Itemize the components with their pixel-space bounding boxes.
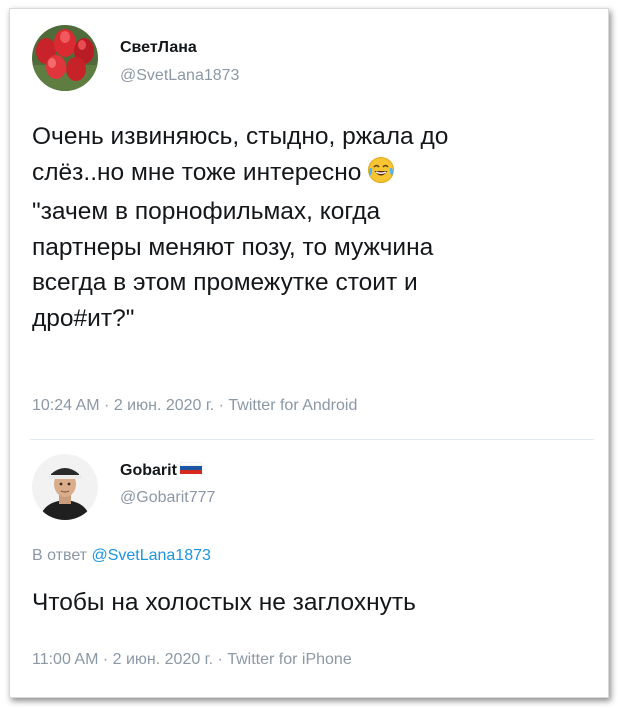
display-name[interactable]: СветЛана [120,39,197,57]
tulips-avatar-image [32,25,98,91]
reply-handle-link[interactable]: @SvetLana1873 [91,547,210,564]
tweet-line: Очень извиняюсь, стыдно, ржала до [32,123,449,150]
avatar[interactable] [32,454,98,520]
tweet-timestamp[interactable]: 10:24 AM · 2 июн. 2020 г. · Twitter for … [32,397,357,415]
tweet-line: партнеры меняют позу, то мужчина [32,233,434,261]
user-handle[interactable]: @SvetLana1873 [120,67,239,85]
person-avatar-image [32,454,98,520]
tweet-body: Чтобы на холостых не заглохнуть [32,589,416,616]
tweet-original: СветЛана @SvetLana1873 Очень извиняюсь, … [10,9,608,439]
tweet-line: слёз..но мне тоже интересно [32,158,362,186]
display-name-text: Gobarit [120,462,177,479]
russia-flag-icon [179,461,203,479]
reply-context: В ответ @SvetLana1873 [32,547,211,565]
tweet-thread-card: СветЛана @SvetLana1873 Очень извиняюсь, … [9,8,609,698]
tweet-timestamp[interactable]: 11:00 AM · 2 июн. 2020 г. · Twitter for … [32,651,352,669]
user-handle[interactable]: @Gobarit777 [120,489,215,507]
tweet-line: всегда в этом промежутке стоит и [32,269,418,296]
display-name[interactable]: Gobarit [120,461,203,480]
tweet-body: Очень извиняюсь, стыдно, ржала до слёз..… [32,119,448,336]
avatar[interactable] [32,25,98,91]
tweet-line: дро#ит?" [32,304,135,332]
reply-prefix: В ответ [32,547,92,564]
tweet-reply: Gobarit @Gobarit777 В ответ @SvetLana187… [10,439,608,699]
tweet-line: "зачем в порнофильмах, когда [32,198,381,225]
tears-of-joy-icon [367,156,395,195]
